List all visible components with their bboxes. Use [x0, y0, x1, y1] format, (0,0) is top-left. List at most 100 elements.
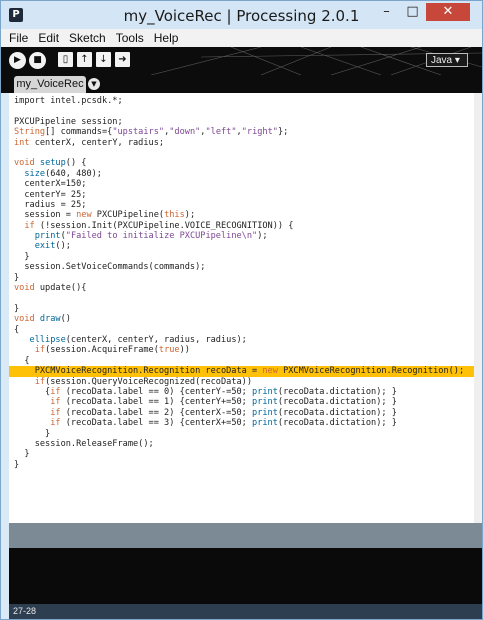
code-line[interactable]: radius = 25; — [9, 200, 474, 210]
code-line[interactable]: { — [9, 325, 474, 335]
code-token: draw — [39, 314, 61, 325]
code-token: () { — [65, 158, 87, 169]
play-icon: ▶ — [14, 55, 21, 65]
code-line-highlighted[interactable]: PXCMVoiceRecognition.Recognition recoDat… — [9, 366, 474, 377]
menu-help[interactable]: Help — [147, 29, 182, 45]
code-line[interactable]: String[] commands={"upstairs","down","le… — [9, 127, 474, 137]
code-token: ); — [184, 210, 196, 221]
mode-selector[interactable]: Java ▾ — [426, 53, 468, 67]
code-token: print — [252, 397, 278, 408]
code-line[interactable]: PXCUPipeline session; — [9, 117, 474, 127]
left-gutter — [1, 93, 9, 619]
toolbar-background — [150, 47, 482, 75]
code-line[interactable]: session = new PXCUPipeline(this); — [9, 210, 474, 220]
code-editor[interactable]: import intel.pcsdk.*; PXCUPipeline sessio… — [9, 93, 474, 523]
code-token: (recoData.dictation); } — [277, 386, 397, 397]
code-line[interactable]: void draw() — [9, 314, 474, 324]
toolbar: ▶ ■ ▯ ↑ ↓ ➜ Java ▾ — [1, 47, 482, 75]
close-button[interactable]: ✕ — [426, 3, 470, 21]
chevron-down-icon: ▼ — [91, 80, 97, 88]
code-line[interactable]: if (!session.Init(PXCUPipeline.VOICE_REC… — [9, 221, 474, 231]
code-line[interactable]: if (recoData.label == 2) {centerX-=50; p… — [9, 408, 474, 418]
code-token: if — [50, 407, 61, 418]
code-token: PXCUPipeline session; — [14, 116, 123, 127]
code-token: PXCMVoiceRecognition.Recognition recoDat… — [14, 366, 263, 377]
code-line[interactable] — [9, 106, 474, 116]
stop-button[interactable]: ■ — [29, 52, 46, 69]
code-line[interactable]: if(session.AcquireFrame(true)) — [9, 345, 474, 355]
code-token: (640, 480); — [45, 168, 102, 179]
code-token: update(){ — [34, 283, 87, 294]
code-line[interactable] — [9, 293, 474, 303]
code-token: (!session.Init(PXCUPipeline.VOICE_RECOGN… — [34, 220, 294, 231]
code-line[interactable]: if (recoData.label == 1) {centerY+=50; p… — [9, 397, 474, 407]
title-bar: P my_VoiceRec | Processing 2.0.1 – □ ✕ — [1, 1, 482, 29]
new-button[interactable]: ▯ — [58, 52, 73, 67]
code-token: if — [34, 376, 46, 387]
code-line[interactable]: if(session.QueryVoiceRecognized(recoData… — [9, 377, 474, 387]
code-line[interactable]: int centerX, centerY, radius; — [9, 138, 474, 148]
code-line[interactable]: { — [9, 356, 474, 366]
line-number-status: 27-28 — [9, 604, 482, 619]
code-line[interactable]: ellipse(centerX, centerY, radius, radius… — [9, 335, 474, 345]
tab-menu-button[interactable]: ▼ — [88, 78, 100, 90]
run-button[interactable]: ▶ — [9, 52, 26, 69]
code-token: "Failed to initialize PXCUPipeline\n" — [65, 231, 258, 242]
code-line[interactable]: } — [9, 449, 474, 459]
code-token: "upstairs" — [112, 127, 165, 138]
code-line[interactable]: } — [9, 273, 474, 283]
code-line[interactable]: } — [9, 460, 474, 470]
code-token: true — [158, 345, 180, 356]
code-line[interactable]: } — [9, 429, 474, 439]
menu-sketch[interactable]: Sketch — [62, 29, 109, 45]
code-token: exit — [34, 241, 56, 252]
code-line[interactable]: session.ReleaseFrame(); — [9, 439, 474, 449]
new-file-icon: ▯ — [62, 54, 69, 65]
code-line[interactable]: session.SetVoiceCommands(commands); — [9, 262, 474, 272]
code-token: [] commands={ — [45, 127, 113, 138]
code-token: (recoData.label == 3) {centerX+=50; — [60, 418, 253, 429]
code-token: if — [50, 397, 61, 408]
code-line[interactable]: void setup() { — [9, 158, 474, 168]
code-line[interactable]: } — [9, 304, 474, 314]
menu-bar: File Edit Sketch Tools Help — [1, 29, 482, 47]
code-token: int — [14, 137, 30, 148]
code-line[interactable]: centerX=150; — [9, 179, 474, 189]
code-token: } — [14, 272, 20, 283]
code-token: { — [14, 386, 51, 397]
menu-edit[interactable]: Edit — [31, 29, 62, 45]
code-line[interactable]: print("Failed to initialize PXCUPipeline… — [9, 231, 474, 241]
tab-my-voicerec[interactable]: my_VoiceRec — [14, 76, 86, 93]
code-line[interactable]: {if (recoData.label == 0) {centerY-=50; … — [9, 387, 474, 397]
code-line[interactable] — [9, 148, 474, 158]
code-line[interactable]: void update(){ — [9, 283, 474, 293]
maximize-button[interactable]: □ — [400, 3, 425, 21]
open-button[interactable]: ↑ — [77, 52, 92, 67]
editor-scrollbar[interactable] — [474, 93, 482, 523]
message-area — [9, 523, 482, 548]
code-token: } — [14, 303, 20, 314]
code-line[interactable]: } — [9, 252, 474, 262]
save-button[interactable]: ↓ — [96, 52, 111, 67]
code-line[interactable]: centerY= 25; — [9, 190, 474, 200]
menu-tools[interactable]: Tools — [109, 29, 147, 45]
code-line[interactable]: if (recoData.label == 3) {centerX+=50; p… — [9, 418, 474, 428]
minimize-button[interactable]: – — [374, 3, 399, 21]
console-area[interactable] — [9, 548, 482, 604]
export-button[interactable]: ➜ — [115, 52, 130, 67]
code-token: if — [24, 220, 35, 231]
code-line[interactable]: import intel.pcsdk.*; — [9, 96, 474, 106]
code-line[interactable]: exit(); — [9, 241, 474, 251]
code-token: new — [76, 210, 92, 221]
code-line[interactable]: size(640, 480); — [9, 169, 474, 179]
code-token: print — [34, 231, 61, 242]
code-token: String — [14, 127, 46, 138]
menu-file[interactable]: File — [1, 29, 31, 45]
code-token: (); — [55, 241, 71, 252]
